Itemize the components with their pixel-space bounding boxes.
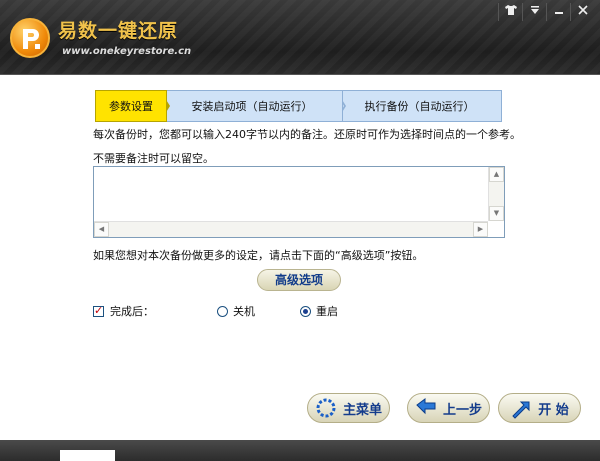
step-label: 参数设置	[109, 100, 153, 113]
after-done-checkbox-row[interactable]: 完成后：	[93, 303, 154, 319]
status-bar	[0, 440, 600, 461]
previous-step-label: 上一步	[442, 402, 482, 418]
wizard-steps: 执行备份（自动运行） 安装启动项（自动运行） 参数设置	[95, 90, 502, 122]
app-logo-icon	[10, 18, 50, 58]
advanced-hint-text: 如果您想对本次备份做更多的设定，请点击下面的“高级选项”按钮。	[93, 249, 424, 262]
restart-radio[interactable]	[300, 305, 311, 317]
title-bar: 易数一键还原 www.onekeyrestore.cn	[0, 0, 600, 75]
start-label: 开 始	[538, 402, 569, 418]
blank-hint-text: 不需要备注时可以留空。	[93, 152, 214, 165]
step-parameters: 参数设置	[95, 90, 167, 122]
backup-note-field[interactable]: ▲ ▼ ◀ ▶	[93, 166, 505, 238]
vertical-scrollbar[interactable]: ▲ ▼	[488, 167, 504, 221]
intro-text: 每次备份时，您都可以输入240字节以内的备注。还原时可作为选择时间点的一个参考。	[93, 128, 521, 141]
restart-option[interactable]: 重启	[300, 303, 338, 319]
window-controls	[498, 3, 594, 21]
horizontal-scrollbar[interactable]: ◀ ▶	[94, 221, 488, 237]
step-run-backup: 执行备份（自动运行）	[337, 90, 502, 122]
skin-shirt-icon[interactable]	[498, 3, 522, 21]
after-done-label: 完成后：	[110, 305, 154, 318]
step-install-startup: 安装启动项（自动运行）	[161, 90, 343, 122]
scroll-up-icon[interactable]: ▲	[489, 167, 504, 182]
scroll-right-icon[interactable]: ▶	[473, 222, 488, 237]
scroll-left-icon[interactable]: ◀	[94, 222, 109, 237]
status-segment	[60, 450, 115, 461]
advanced-options-button[interactable]: 高级选项	[257, 269, 341, 291]
main-menu-button[interactable]: 主菜单	[307, 393, 390, 423]
step-label: 执行备份（自动运行）	[364, 100, 475, 113]
backup-note-textarea[interactable]	[94, 167, 488, 221]
minimize-icon[interactable]	[546, 3, 570, 21]
menu-dropdown-icon[interactable]	[522, 3, 546, 21]
after-done-checkbox[interactable]	[93, 304, 104, 317]
main-menu-icon	[315, 397, 337, 419]
shutdown-radio[interactable]	[217, 305, 228, 317]
shutdown-option[interactable]: 关机	[217, 303, 255, 319]
close-icon[interactable]	[570, 3, 594, 21]
app-url: www.onekeyrestore.cn	[62, 46, 192, 57]
step-label: 安装启动项（自动运行）	[191, 100, 313, 113]
shutdown-label: 关机	[233, 305, 255, 318]
start-button[interactable]: 开 始	[498, 393, 581, 423]
restart-label: 重启	[316, 305, 338, 318]
start-arrow-icon	[510, 397, 532, 419]
app-title: 易数一键还原	[58, 20, 179, 42]
scroll-down-icon[interactable]: ▼	[489, 206, 504, 221]
previous-step-button[interactable]: 上一步	[407, 393, 490, 423]
main-menu-label: 主菜单	[342, 402, 382, 418]
back-arrow-icon	[415, 397, 437, 419]
